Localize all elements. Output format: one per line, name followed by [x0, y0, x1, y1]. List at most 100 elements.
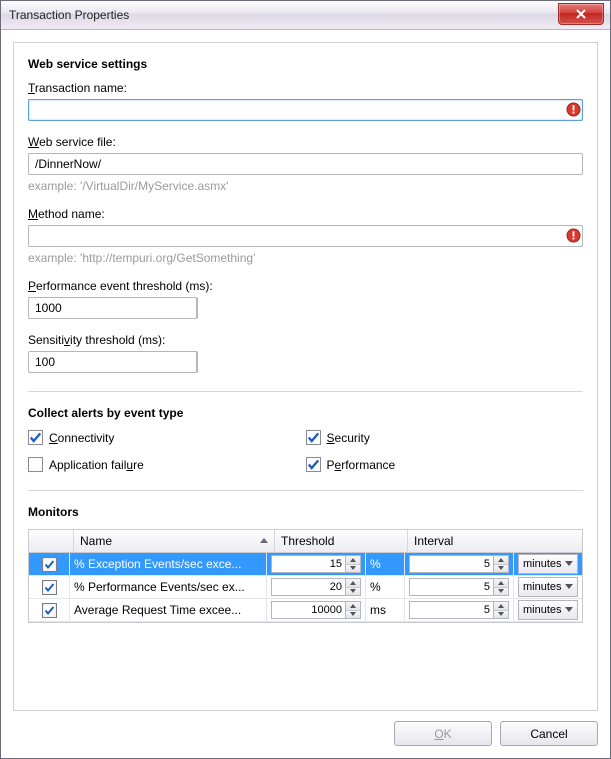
- checkbox-icon: [42, 580, 57, 595]
- threshold-input[interactable]: [271, 601, 345, 619]
- row-name-cell: % Performance Events/sec ex...: [70, 576, 267, 598]
- header-name[interactable]: Name: [74, 530, 275, 552]
- cancel-button[interactable]: Cancel: [500, 721, 598, 746]
- perf-threshold-label: Performance event threshold (ms):: [28, 279, 583, 293]
- chevron-down-icon: [565, 561, 573, 567]
- spin-up-button[interactable]: [346, 579, 360, 588]
- spin-down-button[interactable]: [346, 611, 360, 619]
- checkbox-label: Application failure: [49, 458, 144, 472]
- method-name-hint: example: 'http://tempuri.org/GetSomethin…: [28, 251, 583, 265]
- interval-spinner[interactable]: [409, 578, 509, 596]
- dialog-window: Transaction Properties Web service setti…: [0, 0, 611, 759]
- row-interval-unit-cell: minutes: [514, 553, 582, 575]
- threshold-spinner[interactable]: [271, 578, 361, 596]
- ok-button[interactable]: OK: [394, 721, 492, 746]
- checkbox-app-failure[interactable]: Application failure: [28, 457, 306, 472]
- perf-threshold-spinner[interactable]: [28, 297, 198, 319]
- error-icon: [566, 228, 581, 243]
- row-interval-unit-cell: minutes: [514, 599, 582, 621]
- spin-down-button[interactable]: [346, 565, 360, 573]
- section-monitors-heading: Monitors: [28, 505, 583, 519]
- close-button[interactable]: [558, 3, 604, 25]
- spinner-buttons: [196, 297, 198, 319]
- spin-up-button[interactable]: [346, 602, 360, 611]
- chevron-down-icon: [565, 607, 573, 613]
- table-row[interactable]: % Exception Events/sec exce...%minutes: [29, 553, 582, 576]
- spin-up-button[interactable]: [494, 556, 508, 565]
- interval-unit-select[interactable]: minutes: [518, 600, 578, 620]
- checkbox-icon: [28, 457, 43, 472]
- divider: [28, 490, 583, 491]
- table-row[interactable]: Average Request Time excee... ms minutes: [29, 599, 582, 622]
- method-name-row: [28, 225, 583, 247]
- header-checkbox-col[interactable]: [29, 530, 74, 552]
- row-interval-unit-cell: minutes: [514, 576, 582, 598]
- header-interval[interactable]: Interval: [408, 530, 582, 552]
- sensitivity-label: Sensitivity threshold (ms):: [28, 333, 583, 347]
- row-name-cell: Average Request Time excee...: [70, 599, 267, 621]
- checkbox-label: Performance: [327, 458, 396, 472]
- error-icon: [566, 102, 581, 117]
- interval-input[interactable]: [409, 555, 493, 573]
- close-icon: [576, 9, 586, 19]
- row-threshold-cell: [267, 599, 366, 621]
- window-title: Transaction Properties: [9, 8, 129, 22]
- threshold-input[interactable]: [271, 555, 345, 573]
- interval-input[interactable]: [409, 578, 493, 596]
- section-web-heading: Web service settings: [28, 57, 583, 71]
- title-bar[interactable]: Transaction Properties: [1, 1, 610, 30]
- checkbox-icon: [28, 430, 43, 445]
- select-value: minutes: [523, 558, 562, 570]
- spin-down-button[interactable]: [494, 611, 508, 619]
- table-row[interactable]: % Performance Events/sec ex...% minutes: [29, 576, 582, 599]
- spin-up-button[interactable]: [494, 602, 508, 611]
- transaction-name-input[interactable]: [28, 99, 583, 121]
- checkbox-connectivity[interactable]: Connectivity: [28, 430, 306, 445]
- row-checkbox-cell[interactable]: [29, 599, 70, 621]
- threshold-spinner[interactable]: [271, 555, 361, 573]
- row-checkbox-cell[interactable]: [29, 553, 70, 575]
- row-unit-cell: %: [366, 576, 405, 598]
- spin-down-button[interactable]: [346, 588, 360, 596]
- checkbox-icon: [42, 603, 57, 618]
- select-value: minutes: [523, 604, 562, 616]
- interval-unit-select[interactable]: minutes: [518, 577, 578, 597]
- transaction-name-row: [28, 99, 583, 121]
- header-name-label: Name: [80, 534, 112, 548]
- method-name-input[interactable]: [28, 225, 583, 247]
- interval-input[interactable]: [409, 601, 493, 619]
- dialog-buttons: OK Cancel: [13, 721, 598, 746]
- spin-down-button[interactable]: [494, 588, 508, 596]
- checkbox-label: Security: [327, 431, 370, 445]
- interval-spinner[interactable]: [409, 601, 509, 619]
- perf-threshold-input[interactable]: [28, 297, 196, 319]
- row-threshold-cell: [267, 576, 366, 598]
- checkbox-icon: [306, 430, 321, 445]
- row-checkbox-cell[interactable]: [29, 576, 70, 598]
- row-unit-cell: ms: [366, 599, 405, 621]
- row-interval-cell: [405, 576, 514, 598]
- divider: [28, 391, 583, 392]
- checkbox-security[interactable]: Security: [306, 430, 584, 445]
- header-threshold[interactable]: Threshold: [275, 530, 408, 552]
- web-service-file-label: Web service file:: [28, 135, 583, 149]
- row-interval-cell: [405, 599, 514, 621]
- sort-asc-icon: [260, 534, 268, 548]
- checkbox-performance[interactable]: Performance: [306, 457, 584, 472]
- interval-spinner[interactable]: [409, 555, 509, 573]
- threshold-input[interactable]: [271, 578, 345, 596]
- spin-up-button[interactable]: [346, 556, 360, 565]
- web-service-file-input[interactable]: [28, 153, 583, 175]
- threshold-spinner[interactable]: [271, 601, 361, 619]
- client-area: Web service settings Transaction name: W…: [1, 30, 610, 758]
- spin-up-button[interactable]: [494, 579, 508, 588]
- sensitivity-spinner[interactable]: [28, 351, 198, 373]
- sensitivity-input[interactable]: [28, 351, 196, 373]
- interval-unit-select[interactable]: minutes: [518, 554, 578, 574]
- section-alerts-heading: Collect alerts by event type: [28, 406, 583, 420]
- row-interval-cell: [405, 553, 514, 575]
- spin-down-button[interactable]: [494, 565, 508, 573]
- monitors-table: Name Threshold Interval % Exception Even…: [28, 529, 583, 623]
- table-body: % Exception Events/sec exce...%minutes% …: [29, 553, 582, 622]
- checkbox-icon: [42, 557, 57, 572]
